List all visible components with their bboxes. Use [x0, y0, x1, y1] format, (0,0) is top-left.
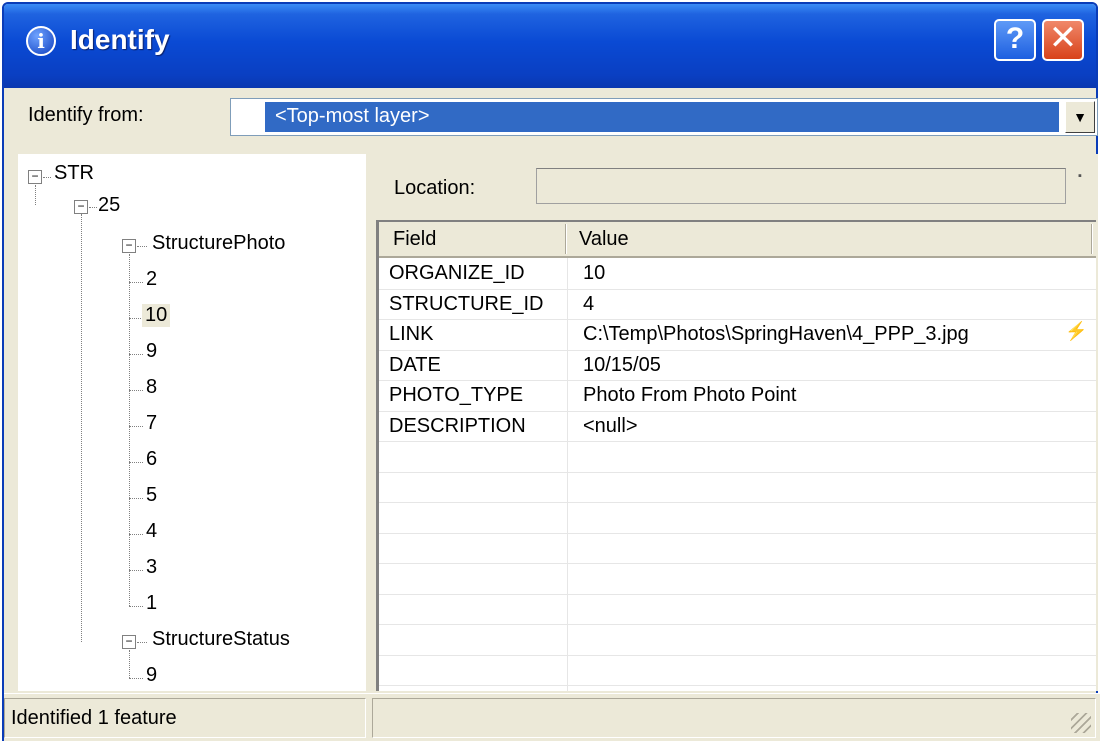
tree-node-record[interactable]: 1: [146, 592, 157, 615]
status-bar: Identified 1 feature: [4, 693, 1100, 741]
tree-connector: [129, 390, 143, 391]
grid-row-line: [379, 502, 1096, 503]
location-label: Location:: [394, 177, 476, 199]
column-separator[interactable]: [1091, 224, 1093, 254]
identify-from-dropdown[interactable]: <Top-most layer> ▼: [230, 98, 1098, 136]
status-text: Identified 1 feature: [11, 707, 177, 729]
value-cell[interactable]: C:\Temp\Photos\SpringHaven\4_PPP_3.jpg: [583, 323, 969, 346]
title-bar[interactable]: i Identify ? ✕: [4, 4, 1096, 88]
tree-node-record[interactable]: 4: [146, 520, 157, 543]
tree-node-feature[interactable]: 25: [98, 194, 120, 217]
tree-node-str[interactable]: STR: [54, 162, 94, 185]
tree-node-record[interactable]: 3: [146, 556, 157, 579]
tree-connector: [81, 214, 82, 642]
status-panel-right: [372, 698, 1096, 738]
tree-node-record[interactable]: 9: [146, 664, 157, 687]
tree-connector: [137, 642, 147, 643]
tree-connector: [129, 462, 143, 463]
tree-node-record[interactable]: 5: [146, 484, 157, 507]
resize-grip-icon[interactable]: [1071, 713, 1091, 733]
tree-connector: [129, 570, 143, 571]
tree-expander-minus-icon[interactable]: −: [28, 170, 42, 184]
tree-expander-minus-icon[interactable]: −: [122, 239, 136, 253]
tree-connector: [129, 254, 130, 606]
field-cell: ORGANIZE_ID: [389, 262, 525, 284]
dropdown-selection: <Top-most layer>: [264, 101, 1060, 133]
tree-node-record[interactable]: 7: [146, 412, 157, 435]
identify-from-label: Identify from:: [28, 104, 144, 126]
tree-expander-minus-icon[interactable]: −: [122, 635, 136, 649]
grid-row-line: [379, 593, 1096, 595]
field-cell: DATE: [389, 353, 441, 376]
location-menu-icon[interactable]: ▪: [1078, 170, 1082, 182]
tree-connector: [129, 678, 143, 679]
grid-row-line: [379, 685, 1096, 686]
status-panel: Identified 1 feature: [4, 698, 366, 738]
tree-node-record[interactable]: 6: [146, 448, 157, 471]
chevron-down-icon[interactable]: ▼: [1065, 101, 1095, 133]
identify-window: i Identify ? ✕ Identify from: <Top-most …: [2, 2, 1100, 741]
field-column-header[interactable]: Field: [393, 228, 436, 251]
tree-node-layer[interactable]: StructureStatus: [152, 628, 290, 651]
value-column-header[interactable]: Value: [579, 228, 629, 251]
tree-connector: [129, 426, 143, 427]
grid-row-line: [379, 471, 1096, 473]
location-field[interactable]: [536, 168, 1066, 204]
grid-row-line: [379, 532, 1096, 534]
tree-node-record[interactable]: 2: [146, 268, 157, 291]
tree-node-record[interactable]: 10: [142, 304, 171, 327]
grid-row-line: [379, 441, 1096, 442]
grid-row-line: [379, 624, 1096, 625]
tree-connector: [35, 185, 36, 205]
value-cell: 4: [583, 292, 595, 315]
tree-node-record[interactable]: 8: [146, 376, 157, 399]
tree-node-record[interactable]: 9: [146, 340, 157, 363]
tree-expander-minus-icon[interactable]: −: [74, 200, 88, 214]
tree-connector: [129, 318, 143, 319]
tree-connector: [129, 282, 143, 283]
field-cell: DESCRIPTION: [389, 414, 526, 437]
help-button[interactable]: ?: [994, 19, 1036, 61]
tree-connector: [43, 177, 51, 178]
table-row[interactable]: [379, 350, 1096, 381]
field-cell: STRUCTURE_ID: [389, 292, 544, 315]
tree-connector: [129, 606, 143, 607]
window-title: Identify: [70, 24, 170, 55]
dropdown-value: <Top-most layer>: [275, 105, 430, 127]
tree-node-layer[interactable]: StructurePhoto: [152, 232, 285, 255]
close-button[interactable]: ✕: [1042, 19, 1084, 61]
field-cell: PHOTO_TYPE: [389, 384, 524, 406]
value-cell: 10/15/05: [583, 353, 661, 376]
grid-row-line: [379, 654, 1096, 656]
grid-row-line: [379, 563, 1096, 564]
feature-tree[interactable]: − STR −25− StructurePhoto 2 10 9 8 7 6 5 4 3 1− Struct…: [18, 154, 366, 691]
field-cell: LINK: [389, 323, 434, 345]
tree-connector: [89, 207, 97, 208]
value-cell: 10: [583, 262, 606, 284]
attributes-pane: Location: ▪ Field Value ORGANIZE_ID 10 STR…: [372, 154, 1098, 691]
attribute-grid: Field Value ORGANIZE_ID 10 STRUCTURE_ID 4 LI…: [376, 220, 1096, 691]
value-cell: Photo From Photo Point: [583, 384, 797, 406]
tree-connector: [129, 498, 143, 499]
column-separator[interactable]: [565, 224, 567, 254]
tree-connector: [129, 534, 143, 535]
grid-header: Field Value: [379, 222, 1096, 258]
tree-connector: [129, 650, 130, 678]
value-cell: <null>: [583, 414, 638, 437]
info-icon: i: [26, 26, 56, 56]
tree-connector: [129, 354, 143, 355]
lightning-hyperlink-icon[interactable]: ⚡: [1065, 321, 1087, 342]
tree-connector: [137, 246, 147, 247]
